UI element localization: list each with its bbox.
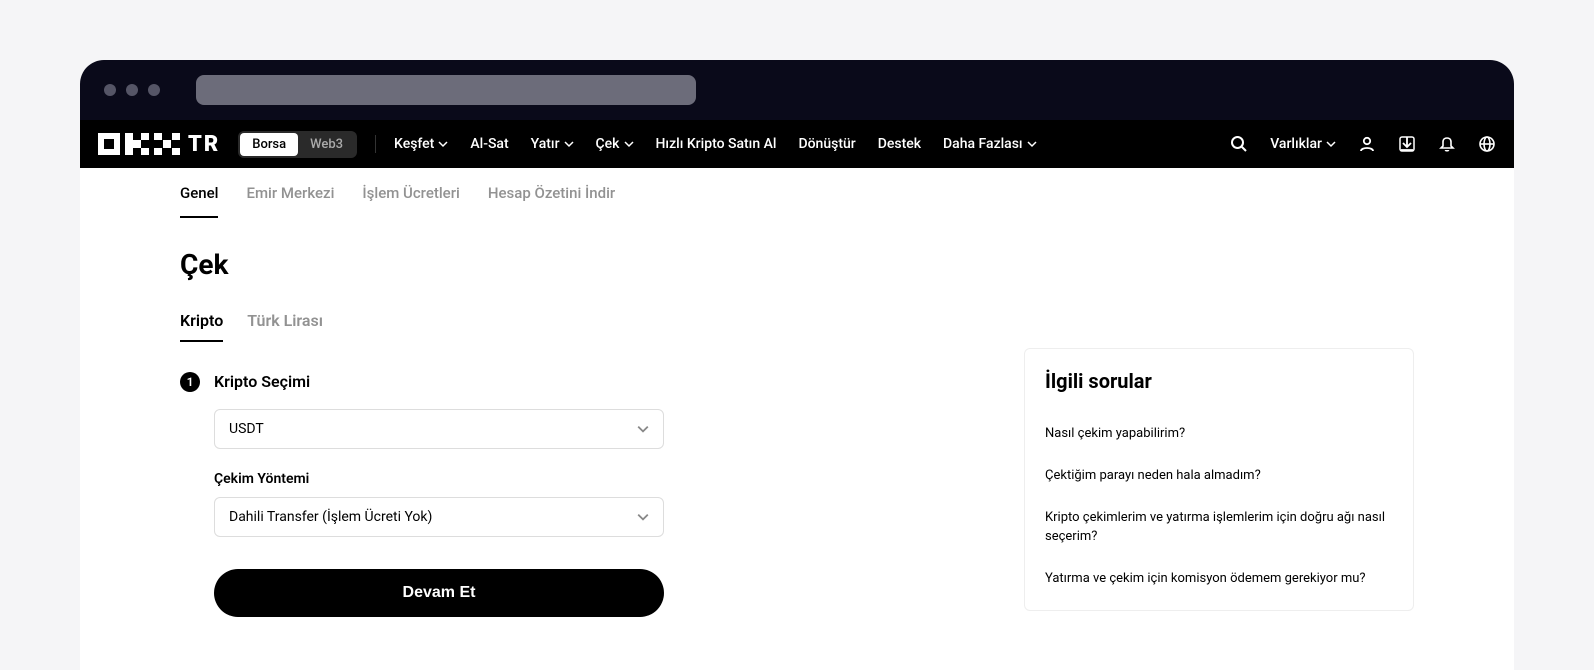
nav-label: Yatır xyxy=(531,136,560,152)
withdraw-type-tabs: Kripto Türk Lirası xyxy=(180,311,964,342)
nav-label: Destek xyxy=(878,136,921,152)
okx-logo-icon xyxy=(98,133,180,155)
nav-hizli-kripto[interactable]: Hızlı Kripto Satın Al xyxy=(656,136,777,152)
faq-item[interactable]: Nasıl çekim yapabilirim? xyxy=(1045,413,1393,455)
minimize-window-icon[interactable] xyxy=(126,84,138,96)
mode-switch: Borsa Web3 xyxy=(238,131,357,158)
bell-icon[interactable] xyxy=(1438,135,1456,153)
crypto-select[interactable]: USDT xyxy=(214,409,664,449)
nav-label: Dönüştür xyxy=(798,136,855,152)
user-icon[interactable] xyxy=(1358,135,1376,153)
faq-title: İlgili sorular xyxy=(1045,369,1393,393)
site-logo[interactable]: TR xyxy=(98,132,220,157)
faq-item[interactable]: Çektiğim parayı neden hala almadım? xyxy=(1045,455,1393,497)
nav-divider xyxy=(375,135,376,153)
chevron-down-icon xyxy=(637,423,649,435)
browser-titlebar xyxy=(80,60,1514,120)
nav-kesfet[interactable]: Keşfet xyxy=(394,136,448,152)
close-window-icon[interactable] xyxy=(104,84,116,96)
nav-daha-fazlasi[interactable]: Daha Fazlası xyxy=(943,136,1037,152)
sub-tabs: Genel Emir Merkezi İşlem Ücretleri Hesap… xyxy=(80,168,1514,218)
download-icon[interactable] xyxy=(1398,135,1416,153)
nav-assets-label: Varlıklar xyxy=(1270,136,1322,152)
chevron-down-icon xyxy=(1326,139,1336,149)
faq-item[interactable]: Kripto çekimlerim ve yatırma işlemlerim … xyxy=(1045,497,1393,557)
top-nav: TR Borsa Web3 Keşfet Al-Sat Yat xyxy=(80,120,1514,168)
step-number-badge: 1 xyxy=(180,372,200,392)
faq-item[interactable]: Yatırma ve çekim için komisyon ödemem ge… xyxy=(1045,558,1393,600)
browser-window: TR Borsa Web3 Keşfet Al-Sat Yat xyxy=(80,60,1514,670)
maximize-window-icon[interactable] xyxy=(148,84,160,96)
mode-borsa-button[interactable]: Borsa xyxy=(240,133,298,156)
step-title: Kripto Seçimi xyxy=(214,372,964,391)
search-icon[interactable] xyxy=(1230,135,1248,153)
nav-label: Hızlı Kripto Satın Al xyxy=(656,136,777,152)
chevron-down-icon xyxy=(1027,139,1037,149)
page-title: Çek xyxy=(180,248,964,281)
chevron-down-icon xyxy=(637,511,649,523)
nav-donustur[interactable]: Dönüştür xyxy=(798,136,855,152)
method-label: Çekim Yöntemi xyxy=(214,471,964,487)
step-1: 1 Kripto Seçimi USDT Çekim Yöntemi Dahil… xyxy=(180,372,964,617)
chevron-down-icon xyxy=(438,139,448,149)
nav-cek[interactable]: Çek xyxy=(596,136,634,152)
nav-alsat[interactable]: Al-Sat xyxy=(470,136,508,152)
nav-yatir[interactable]: Yatır xyxy=(531,136,574,152)
tab-islem-ucretleri[interactable]: İşlem Ücretleri xyxy=(362,184,459,218)
chevron-down-icon xyxy=(624,139,634,149)
nav-label: Al-Sat xyxy=(470,136,508,152)
nav-label: Keşfet xyxy=(394,136,434,152)
method-select-value: Dahili Transfer (İşlem Ücreti Yok) xyxy=(229,509,432,525)
crypto-select-value: USDT xyxy=(229,421,264,437)
mode-web3-button[interactable]: Web3 xyxy=(298,133,355,156)
globe-icon[interactable] xyxy=(1478,135,1496,153)
content-area: Genel Emir Merkezi İşlem Ücretleri Hesap… xyxy=(80,168,1514,670)
continue-button[interactable]: Devam Et xyxy=(214,569,664,617)
nav-assets[interactable]: Varlıklar xyxy=(1270,136,1336,152)
nav-label: Daha Fazlası xyxy=(943,136,1023,152)
tab-emir-merkezi[interactable]: Emir Merkezi xyxy=(246,184,334,218)
method-select[interactable]: Dahili Transfer (İşlem Ücreti Yok) xyxy=(214,497,664,537)
tab-kripto[interactable]: Kripto xyxy=(180,311,223,342)
window-controls xyxy=(104,84,160,96)
tab-genel[interactable]: Genel xyxy=(180,184,218,218)
nav-destek[interactable]: Destek xyxy=(878,136,921,152)
tab-hesap-ozeti[interactable]: Hesap Özetini İndir xyxy=(488,184,615,218)
chevron-down-icon xyxy=(564,139,574,149)
tab-turk-lirasi[interactable]: Türk Lirası xyxy=(247,311,323,342)
logo-region-label: TR xyxy=(188,132,220,157)
faq-panel: İlgili sorular Nasıl çekim yapabilirim? … xyxy=(1024,348,1414,611)
url-bar[interactable] xyxy=(196,75,696,105)
nav-label: Çek xyxy=(596,136,620,152)
